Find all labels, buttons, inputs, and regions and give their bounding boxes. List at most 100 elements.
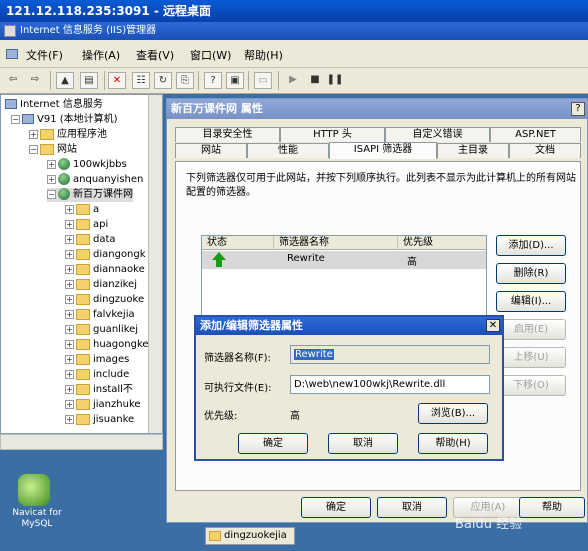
tree-site[interactable]: + anquanyishen: [47, 173, 143, 187]
expand-icon[interactable]: +: [65, 309, 74, 319]
menu-help[interactable]: 帮助(H): [244, 47, 283, 63]
expand-icon[interactable]: +: [29, 129, 38, 139]
expand-icon[interactable]: +: [65, 414, 74, 424]
forward-arrow-icon[interactable]: ⇨: [26, 72, 44, 89]
tab-http-headers[interactable]: HTTP 头: [280, 127, 385, 142]
column-status[interactable]: 状态: [202, 236, 274, 250]
navicat-icon[interactable]: [18, 474, 50, 506]
props-ok-button[interactable]: 确定: [301, 497, 371, 518]
browse-button[interactable]: 浏览(B)...: [418, 403, 488, 424]
column-priority[interactable]: 优先级: [398, 236, 488, 250]
move-up-button[interactable]: 上移(U): [496, 347, 566, 368]
props-cancel-button[interactable]: 取消: [377, 497, 447, 518]
tree-folder[interactable]: + jianzhuke: [65, 398, 141, 412]
navicat-label[interactable]: Navicat for MySQL: [2, 508, 72, 530]
remove-filter-button[interactable]: 删除(R): [496, 263, 566, 284]
expand-icon[interactable]: +: [65, 399, 74, 409]
tab-home-directory[interactable]: 主目录: [437, 143, 509, 158]
tab-documents[interactable]: 文档: [509, 143, 581, 158]
tree-computer[interactable]: − V91 (本地计算机): [11, 113, 118, 127]
expand-icon[interactable]: +: [65, 219, 74, 229]
move-down-button[interactable]: 下移(O): [496, 375, 566, 396]
tree-horizontal-scrollbar[interactable]: [0, 434, 163, 450]
help-icon[interactable]: ?: [204, 72, 222, 89]
tree-folder[interactable]: + include: [65, 368, 129, 382]
tree-folder[interactable]: + images: [65, 353, 129, 367]
filter-cancel-button[interactable]: 取消: [328, 433, 398, 454]
expand-icon[interactable]: +: [65, 324, 74, 334]
play-icon[interactable]: ▶: [284, 72, 302, 89]
tree-folder[interactable]: + api: [65, 218, 108, 232]
tree-pane: Internet 信息服务 − V91 (本地计算机) + 应用程序池 − 网站 +1…: [0, 94, 163, 434]
expand-icon[interactable]: +: [65, 369, 74, 379]
column-filter-name[interactable]: 筛选器名称: [274, 236, 398, 250]
computer-icon[interactable]: ▭: [254, 72, 272, 89]
tree-site-selected[interactable]: − 新百万课件网: [47, 188, 133, 202]
show-tree-icon[interactable]: ▤: [80, 72, 98, 89]
pause-icon[interactable]: ❚❚: [326, 72, 344, 89]
tree-folder[interactable]: + diangongk: [65, 248, 146, 262]
expand-icon[interactable]: +: [65, 384, 74, 394]
executable-field[interactable]: D:\web\new100wkj\Rewrite.dll: [290, 375, 490, 394]
up-folder-icon[interactable]: ▲: [56, 72, 74, 89]
filter-help-button[interactable]: 帮助(H): [418, 433, 488, 454]
expand-icon[interactable]: +: [47, 174, 56, 184]
close-icon[interactable]: ✕: [486, 319, 500, 332]
expand-icon[interactable]: +: [65, 354, 74, 364]
tree-folder[interactable]: + data: [65, 233, 116, 247]
filter-name-field[interactable]: Rewrite: [290, 345, 490, 364]
tree-folder[interactable]: + guanlikej: [65, 323, 138, 337]
tab-performance[interactable]: 性能: [247, 143, 329, 158]
tree-item-label: dingzuoke: [93, 294, 145, 305]
enable-filter-button[interactable]: 启用(E): [496, 319, 566, 340]
expand-icon[interactable]: +: [65, 234, 74, 244]
tree-folder[interactable]: + falvkejia: [65, 308, 135, 322]
tab-custom-errors[interactable]: 自定义错误: [385, 127, 490, 142]
tree-folder[interactable]: + install不: [65, 383, 133, 397]
add-filter-button[interactable]: 添加(D)...: [496, 235, 566, 256]
menu-view[interactable]: 查看(V): [136, 47, 174, 63]
refresh-icon[interactable]: ↻: [154, 72, 172, 89]
console-view-icon[interactable]: ▣: [226, 72, 244, 89]
tree-folder[interactable]: + huagongke: [65, 338, 149, 352]
tree-folder[interactable]: + dianzikej: [65, 278, 137, 292]
help-icon[interactable]: ?: [571, 102, 585, 116]
edit-filter-button[interactable]: 编辑(I)...: [496, 291, 566, 312]
menu-action[interactable]: 操作(A): [82, 47, 120, 63]
expand-icon[interactable]: +: [65, 294, 74, 304]
back-arrow-icon[interactable]: ⇦: [4, 72, 22, 89]
expand-icon[interactable]: +: [65, 204, 74, 214]
tree-root[interactable]: Internet 信息服务: [5, 98, 103, 112]
collapse-icon[interactable]: −: [11, 114, 20, 124]
tree-app-pool[interactable]: + 应用程序池: [29, 128, 107, 142]
tree-folder[interactable]: + diannaoke: [65, 263, 145, 277]
properties-icon[interactable]: ☷: [132, 72, 150, 89]
expand-icon[interactable]: +: [65, 279, 74, 289]
export-icon[interactable]: ⎘: [176, 72, 194, 89]
props-help-button[interactable]: 帮助: [519, 497, 585, 518]
tab-website[interactable]: 网站: [175, 143, 247, 158]
tree-site[interactable]: +100wkjbbs: [47, 158, 127, 172]
delete-icon[interactable]: ✕: [108, 72, 126, 89]
stop-icon[interactable]: ■: [306, 72, 324, 89]
tree-sites[interactable]: − 网站: [29, 143, 77, 157]
expand-icon[interactable]: +: [65, 264, 74, 274]
tab-directory-security[interactable]: 目录安全性: [175, 127, 280, 142]
filter-ok-button[interactable]: 确定: [238, 433, 308, 454]
background-folder-item[interactable]: dingzuokejia: [205, 527, 295, 545]
expand-icon[interactable]: +: [47, 159, 56, 169]
menu-file[interactable]: 文件(F): [26, 47, 63, 63]
filter-row[interactable]: Rewrite 高: [202, 251, 486, 269]
collapse-icon[interactable]: −: [47, 189, 56, 199]
tree-folder[interactable]: + jisuanke: [65, 413, 134, 427]
expand-icon[interactable]: +: [65, 249, 74, 259]
collapse-icon[interactable]: −: [29, 144, 38, 154]
tree-folder[interactable]: + dingzuoke: [65, 293, 144, 307]
menu-window[interactable]: 窗口(W): [190, 47, 231, 63]
tab-asp-net[interactable]: ASP.NET: [490, 127, 581, 142]
tree-vertical-scrollbar[interactable]: [148, 95, 162, 433]
status-up-arrow-stem: [216, 259, 222, 267]
tree-folder[interactable]: + a: [65, 203, 99, 217]
expand-icon[interactable]: +: [65, 339, 74, 349]
tab-isapi-filters[interactable]: ISAPI 筛选器: [329, 142, 437, 159]
